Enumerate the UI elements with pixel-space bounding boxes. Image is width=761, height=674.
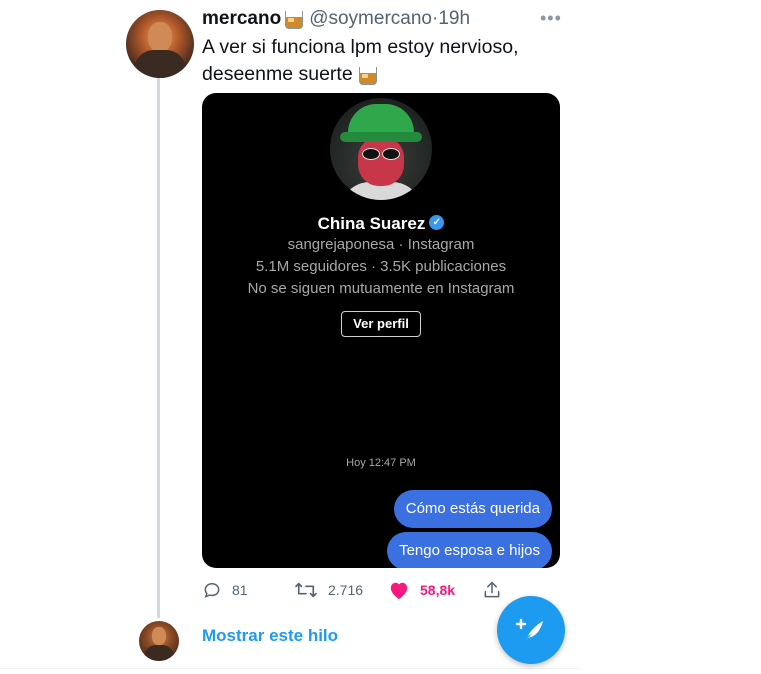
retweet-button[interactable]: 2.716	[294, 576, 363, 604]
share-icon	[484, 581, 500, 598]
verified-badge-icon: ✓	[429, 215, 445, 231]
more-options-icon[interactable]: •••	[540, 8, 562, 29]
instagram-profile-name: China Suarez ✓	[202, 214, 560, 234]
author-name[interactable]: mercano	[202, 8, 281, 30]
compose-tweet-button[interactable]	[497, 596, 565, 664]
reply-icon	[204, 582, 220, 598]
instagram-dm-screenshot[interactable]: China Suarez ✓ sangrejaponesa · Instagram…	[202, 93, 560, 568]
tweet-header: mercano @soymercano · 19h	[202, 8, 470, 30]
instagram-profile-avatar	[330, 98, 432, 200]
instagram-stats-line: 5.1M seguidores · 3.5K publicaciones	[255, 258, 507, 275]
view-profile-button[interactable]: Ver perfil	[341, 311, 421, 337]
avatar-mask	[358, 138, 404, 186]
tweet-actions: 81 2.716 58,8k	[202, 576, 542, 604]
message-bubble: Tengo esposa e hijos	[387, 532, 552, 568]
divider	[0, 668, 580, 669]
reply-button[interactable]: 81	[202, 576, 248, 604]
tweet[interactable]: mercano @soymercano · 19h ••• A ver si f…	[0, 0, 580, 674]
avatar-body	[134, 50, 186, 78]
avatar-body	[144, 645, 174, 661]
author-handle[interactable]: @soymercano	[309, 8, 432, 30]
compose-feather-icon	[515, 618, 543, 641]
instagram-mutual-line: No se siguen mutuamente en Instagram	[247, 280, 515, 297]
thread-connector-line	[157, 78, 160, 618]
avatar-face	[152, 627, 166, 645]
like-button[interactable]: 58,8k	[388, 576, 455, 604]
tumbler-glass-icon	[283, 9, 304, 29]
thread-author-avatar[interactable]	[139, 621, 179, 661]
instagram-username-line: sangrejaponesa · Instagram	[287, 236, 475, 253]
avatar-hat-brim	[340, 132, 422, 142]
like-count: 58,8k	[420, 582, 456, 598]
tweet-text-container: A ver si funciona lpm estoy nervioso, de…	[202, 34, 562, 88]
show-thread-link[interactable]: Mostrar este hilo	[202, 626, 338, 646]
tweet-time[interactable]: 19h	[438, 8, 470, 30]
share-button[interactable]	[482, 576, 512, 604]
retweet-count: 2.716	[328, 582, 364, 598]
heart-filled-icon	[390, 582, 408, 600]
message-timestamp: Hoy 12:47 PM	[346, 457, 416, 469]
tumbler-glass-icon	[357, 65, 377, 85]
retweet-icon	[295, 582, 317, 598]
profile-name-text: China Suarez	[317, 214, 426, 233]
avatar-glasses	[362, 148, 400, 160]
avatar-face	[148, 22, 172, 52]
author-avatar[interactable]	[126, 10, 194, 78]
reply-count: 81	[232, 582, 248, 598]
message-bubble: Cómo estás querida	[393, 490, 552, 528]
